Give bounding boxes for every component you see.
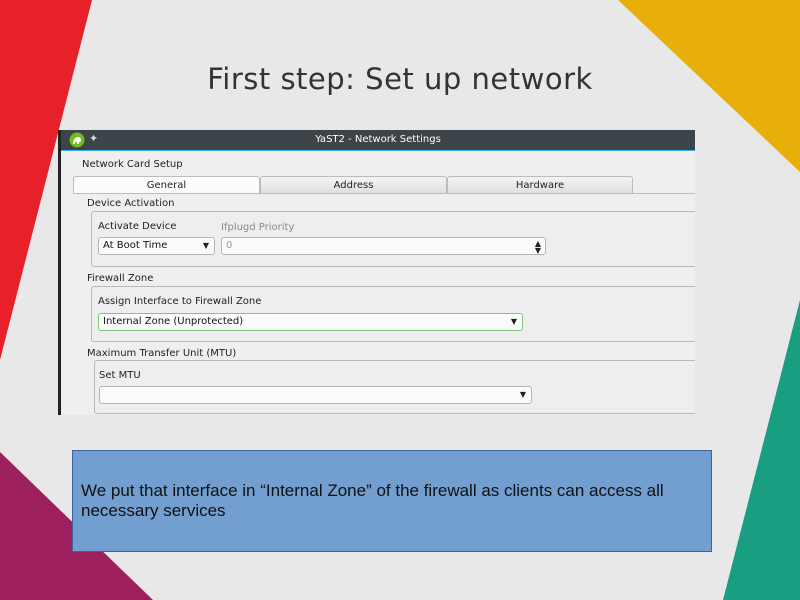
- assign-zone-label: Assign Interface to Firewall Zone: [98, 296, 262, 307]
- window-title: YaST2 - Network Settings: [315, 134, 441, 145]
- teal-shape: [723, 300, 800, 600]
- set-mtu-label: Set MTU: [99, 370, 141, 381]
- tab-address[interactable]: Address: [260, 176, 447, 193]
- chevron-down-icon: ▼: [519, 390, 526, 399]
- spin-down-icon[interactable]: ▼: [535, 243, 541, 259]
- tab-hardware[interactable]: Hardware: [447, 176, 633, 193]
- activate-device-select[interactable]: At Boot Time ▼: [98, 237, 215, 255]
- ifplugd-priority-value: 0: [226, 240, 233, 251]
- firewall-zone-legend: Firewall Zone: [87, 273, 154, 284]
- firewall-zone-select[interactable]: Internal Zone (Unprotected) ▼: [98, 313, 523, 331]
- explanation-text: We put that interface in “Internal Zone”…: [81, 481, 664, 520]
- chevron-down-icon: ▼: [510, 317, 517, 326]
- chevron-down-icon: ▼: [202, 241, 209, 250]
- slide-title: First step: Set up network: [207, 62, 593, 96]
- page-heading: Network Card Setup: [82, 159, 183, 170]
- mtu-group: Set MTU ▼: [94, 360, 695, 414]
- yast-window: ✦ YaST2 - Network Settings Network Card …: [58, 130, 695, 415]
- mtu-legend: Maximum Transfer Unit (MTU): [87, 348, 237, 359]
- tab-separator: [73, 193, 695, 194]
- titlebar-accent-line: [61, 150, 695, 151]
- ifplugd-priority-spinbox[interactable]: 0 ▲ ▼: [221, 237, 546, 255]
- mtu-select[interactable]: ▼: [99, 386, 532, 404]
- explanation-box: We put that interface in “Internal Zone”…: [72, 450, 712, 552]
- firewall-zone-group: Assign Interface to Firewall Zone Intern…: [91, 286, 695, 342]
- activate-device-label: Activate Device: [98, 221, 177, 232]
- firewall-zone-value: Internal Zone (Unprotected): [103, 316, 244, 327]
- device-activation-group: Activate Device Ifplugd Priority At Boot…: [91, 211, 695, 267]
- device-activation-legend: Device Activation: [87, 198, 175, 209]
- tab-general[interactable]: General: [73, 176, 260, 193]
- ifplugd-priority-label: Ifplugd Priority: [221, 222, 295, 233]
- window-titlebar[interactable]: ✦ YaST2 - Network Settings: [61, 130, 695, 150]
- activate-device-value: At Boot Time: [103, 240, 168, 251]
